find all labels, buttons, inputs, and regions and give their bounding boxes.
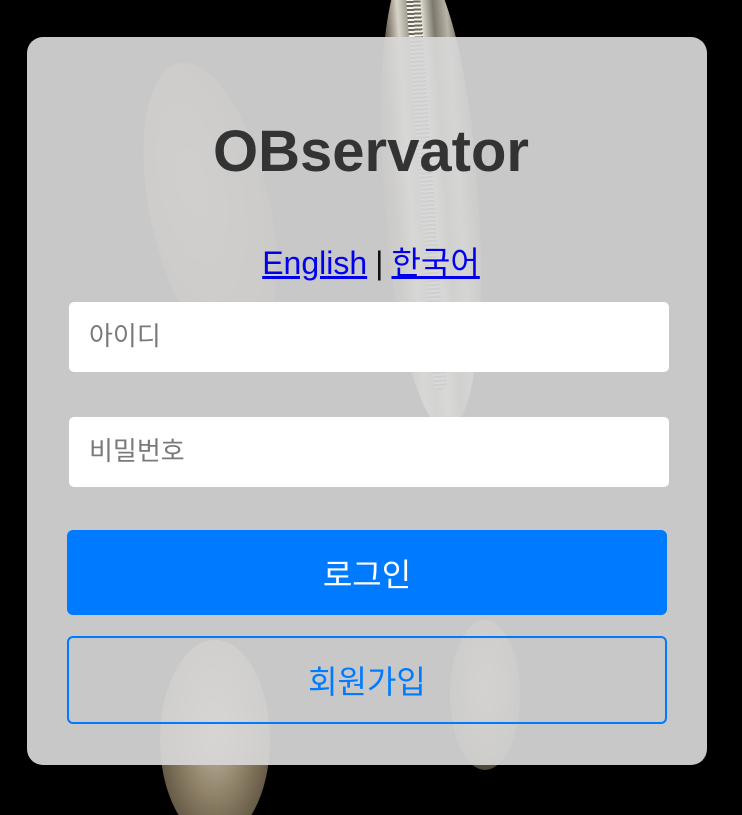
login-button[interactable]: 로그인 xyxy=(67,530,667,615)
signup-button[interactable]: 회원가입 xyxy=(67,636,667,724)
app-title: OBservator xyxy=(213,119,529,184)
password-input[interactable] xyxy=(69,417,669,487)
english-link[interactable]: English xyxy=(262,245,367,281)
id-input[interactable] xyxy=(69,302,669,372)
language-separator: | xyxy=(375,245,384,281)
language-switcher: English | 한국어 xyxy=(0,238,742,284)
korean-link[interactable]: 한국어 xyxy=(391,245,479,281)
